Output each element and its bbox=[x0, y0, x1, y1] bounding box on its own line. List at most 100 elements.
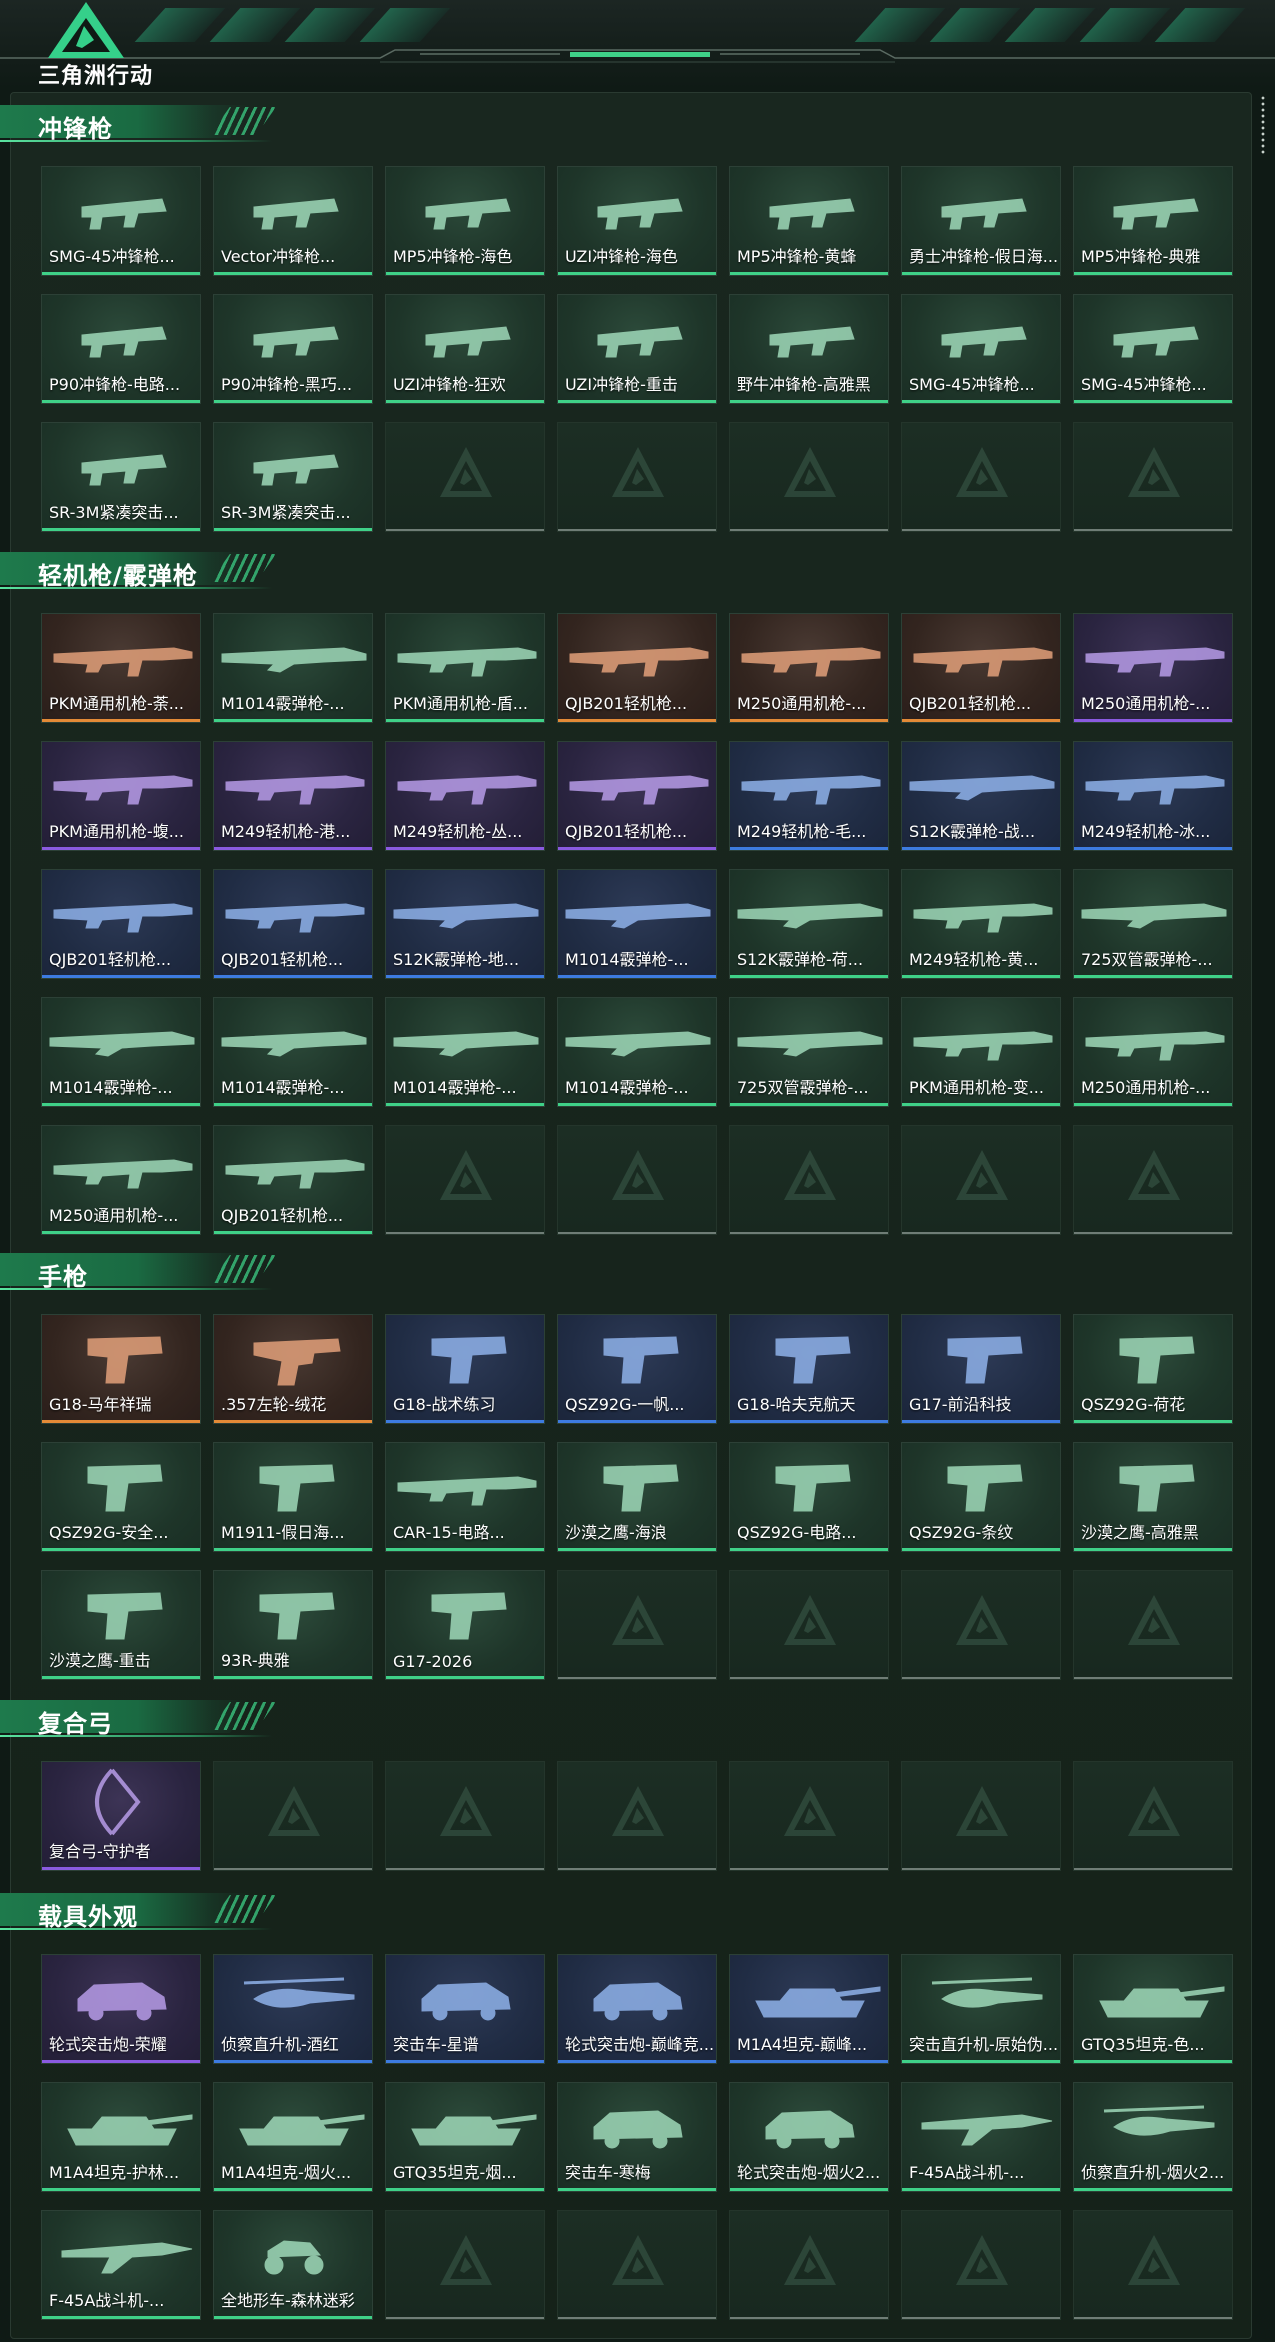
tank-icon bbox=[239, 2114, 365, 2146]
item-name: 复合弓-守护者 bbox=[49, 1842, 151, 1861]
item-card[interactable]: 突击车-寒梅 bbox=[557, 2082, 717, 2192]
pistol-icon bbox=[947, 1464, 1023, 1512]
item-card[interactable]: QSZ92G-电路... bbox=[729, 1442, 889, 1552]
item-card[interactable]: G17-2026 bbox=[385, 1570, 545, 1680]
item-card[interactable]: M250通用机枪-... bbox=[1073, 613, 1233, 723]
item-card[interactable]: F-45A战斗机-... bbox=[901, 2082, 1061, 2192]
slot-strip bbox=[386, 2317, 544, 2319]
item-card[interactable]: QJB201轻机枪... bbox=[213, 1125, 373, 1235]
item-name: 725双管霰弹枪-... bbox=[1081, 950, 1213, 969]
item-card[interactable]: QSZ92G-条纹 bbox=[901, 1442, 1061, 1552]
item-card[interactable]: SMG-45冲锋枪... bbox=[901, 294, 1061, 404]
item-card[interactable]: F-45A战斗机-... bbox=[41, 2210, 201, 2320]
item-card[interactable]: MP5冲锋枪-海色 bbox=[385, 166, 545, 276]
item-card[interactable]: P90冲锋枪-黑巧... bbox=[213, 294, 373, 404]
item-card[interactable]: QJB201轻机枪... bbox=[901, 613, 1061, 723]
item-card[interactable]: QJB201轻机枪... bbox=[557, 741, 717, 851]
smg-icon bbox=[81, 454, 167, 486]
item-card[interactable]: M1014霰弹枪-... bbox=[557, 997, 717, 1107]
item-card[interactable]: 野牛冲锋枪-高雅黑 bbox=[729, 294, 889, 404]
item-card[interactable]: M1014霰弹枪-... bbox=[385, 997, 545, 1107]
item-card[interactable]: MP5冲锋枪-典雅 bbox=[1073, 166, 1233, 276]
item-card[interactable]: M250通用机枪-... bbox=[41, 1125, 201, 1235]
item-card[interactable]: M1911-假日海... bbox=[213, 1442, 373, 1552]
item-card[interactable]: PKM通用机枪-荼... bbox=[41, 613, 201, 723]
item-card[interactable]: QJB201轻机枪... bbox=[557, 613, 717, 723]
item-card[interactable]: 侦察直升机-烟火2... bbox=[1073, 2082, 1233, 2192]
item-card[interactable]: .357左轮-绒花 bbox=[213, 1314, 373, 1424]
item-card[interactable]: GTQ35坦克-色... bbox=[1073, 1954, 1233, 2064]
item-card[interactable]: SMG-45冲锋枪... bbox=[41, 166, 201, 276]
item-card[interactable]: 勇士冲锋枪-假日海... bbox=[901, 166, 1061, 276]
item-card[interactable]: PKM通用机枪-蝮... bbox=[41, 741, 201, 851]
item-card[interactable]: M249轻机枪-黄... bbox=[901, 869, 1061, 979]
item-card[interactable]: 突击直升机-原始伪... bbox=[901, 1954, 1061, 2064]
rarity-strip bbox=[558, 272, 716, 275]
item-card[interactable]: GTQ35坦克-烟... bbox=[385, 2082, 545, 2192]
item-card[interactable]: G18-马年祥瑞 bbox=[41, 1314, 201, 1424]
item-card[interactable]: 轮式突击炮-荣耀 bbox=[41, 1954, 201, 2064]
item-card[interactable]: G18-战术练习 bbox=[385, 1314, 545, 1424]
item-card[interactable]: MP5冲锋枪-黄蜂 bbox=[729, 166, 889, 276]
item-card[interactable]: Vector冲锋枪... bbox=[213, 166, 373, 276]
item-card[interactable]: SMG-45冲锋枪... bbox=[1073, 294, 1233, 404]
rarity-strip bbox=[214, 1548, 372, 1551]
item-card[interactable]: M249轻机枪-丛... bbox=[385, 741, 545, 851]
item-card[interactable]: M1014霰弹枪-... bbox=[41, 997, 201, 1107]
item-card[interactable]: 轮式突击炮-巅峰竞... bbox=[557, 1954, 717, 2064]
item-card[interactable]: 侦察直升机-酒红 bbox=[213, 1954, 373, 2064]
item-card[interactable]: UZI冲锋枪-海色 bbox=[557, 166, 717, 276]
item-card[interactable]: CAR-15-电路... bbox=[385, 1442, 545, 1552]
item-card[interactable]: PKM通用机枪-变... bbox=[901, 997, 1061, 1107]
item-card[interactable]: QJB201轻机枪... bbox=[41, 869, 201, 979]
item-card[interactable]: 全地形车-森林迷彩 bbox=[213, 2210, 373, 2320]
item-card[interactable]: M1014霰弹枪-... bbox=[213, 613, 373, 723]
item-card[interactable]: 复合弓-守护者 bbox=[41, 1761, 201, 1871]
item-card[interactable]: M1A4坦克-巅峰... bbox=[729, 1954, 889, 2064]
item-card[interactable]: QSZ92G-安全... bbox=[41, 1442, 201, 1552]
item-card[interactable]: S12K霰弹枪-地... bbox=[385, 869, 545, 979]
item-card[interactable]: G18-哈夫克航天 bbox=[729, 1314, 889, 1424]
item-card[interactable]: 725双管霰弹枪-... bbox=[1073, 869, 1233, 979]
item-card[interactable]: M249轻机枪-毛... bbox=[729, 741, 889, 851]
item-card[interactable]: UZI冲锋枪-狂欢 bbox=[385, 294, 545, 404]
rarity-strip bbox=[214, 2060, 372, 2063]
item-card[interactable]: QJB201轻机枪... bbox=[213, 869, 373, 979]
item-card[interactable]: M249轻机枪-冰... bbox=[1073, 741, 1233, 851]
rarity-strip bbox=[42, 528, 200, 531]
item-card[interactable]: 93R-典雅 bbox=[213, 1570, 373, 1680]
rarity-strip bbox=[558, 1548, 716, 1551]
item-card[interactable]: M1014霰弹枪-... bbox=[213, 997, 373, 1107]
item-name: M250通用机枪-... bbox=[737, 694, 867, 713]
shotgun-icon bbox=[221, 1031, 367, 1057]
item-card[interactable]: 沙漠之鹰-高雅黑 bbox=[1073, 1442, 1233, 1552]
item-card[interactable]: M250通用机枪-... bbox=[1073, 997, 1233, 1107]
item-name: Vector冲锋枪... bbox=[221, 247, 336, 266]
item-card[interactable]: 轮式突击炮-烟火2... bbox=[729, 2082, 889, 2192]
item-card[interactable]: M249轻机枪-港... bbox=[213, 741, 373, 851]
item-card[interactable]: P90冲锋枪-电路... bbox=[41, 294, 201, 404]
item-card[interactable]: 沙漠之鹰-重击 bbox=[41, 1570, 201, 1680]
item-name: QJB201轻机枪... bbox=[221, 950, 344, 969]
item-card[interactable]: SR-3M紧凑突击... bbox=[213, 422, 373, 532]
item-card[interactable]: G17-前沿科技 bbox=[901, 1314, 1061, 1424]
item-card[interactable]: 725双管霰弹枪-... bbox=[729, 997, 889, 1107]
item-card[interactable]: S12K霰弹枪-战... bbox=[901, 741, 1061, 851]
item-name: M250通用机枪-... bbox=[1081, 694, 1211, 713]
item-card[interactable]: PKM通用机枪-盾... bbox=[385, 613, 545, 723]
item-card[interactable]: M250通用机枪-... bbox=[729, 613, 889, 723]
item-card[interactable]: UZI冲锋枪-重击 bbox=[557, 294, 717, 404]
empty-slot bbox=[557, 1125, 717, 1235]
scroll-indicator[interactable] bbox=[1260, 95, 1266, 155]
item-card[interactable]: QSZ92G-荷花 bbox=[1073, 1314, 1233, 1424]
item-card[interactable]: M1014霰弹枪-... bbox=[557, 869, 717, 979]
empty-slot bbox=[1073, 1125, 1233, 1235]
item-card[interactable]: M1A4坦克-烟火... bbox=[213, 2082, 373, 2192]
rifle-icon bbox=[1085, 775, 1225, 805]
item-card[interactable]: QSZ92G-一帆... bbox=[557, 1314, 717, 1424]
item-card[interactable]: 突击车-星谱 bbox=[385, 1954, 545, 2064]
item-card[interactable]: M1A4坦克-护林... bbox=[41, 2082, 201, 2192]
item-card[interactable]: 沙漠之鹰-海浪 bbox=[557, 1442, 717, 1552]
item-card[interactable]: SR-3M紧凑突击... bbox=[41, 422, 201, 532]
item-card[interactable]: S12K霰弹枪-荷... bbox=[729, 869, 889, 979]
